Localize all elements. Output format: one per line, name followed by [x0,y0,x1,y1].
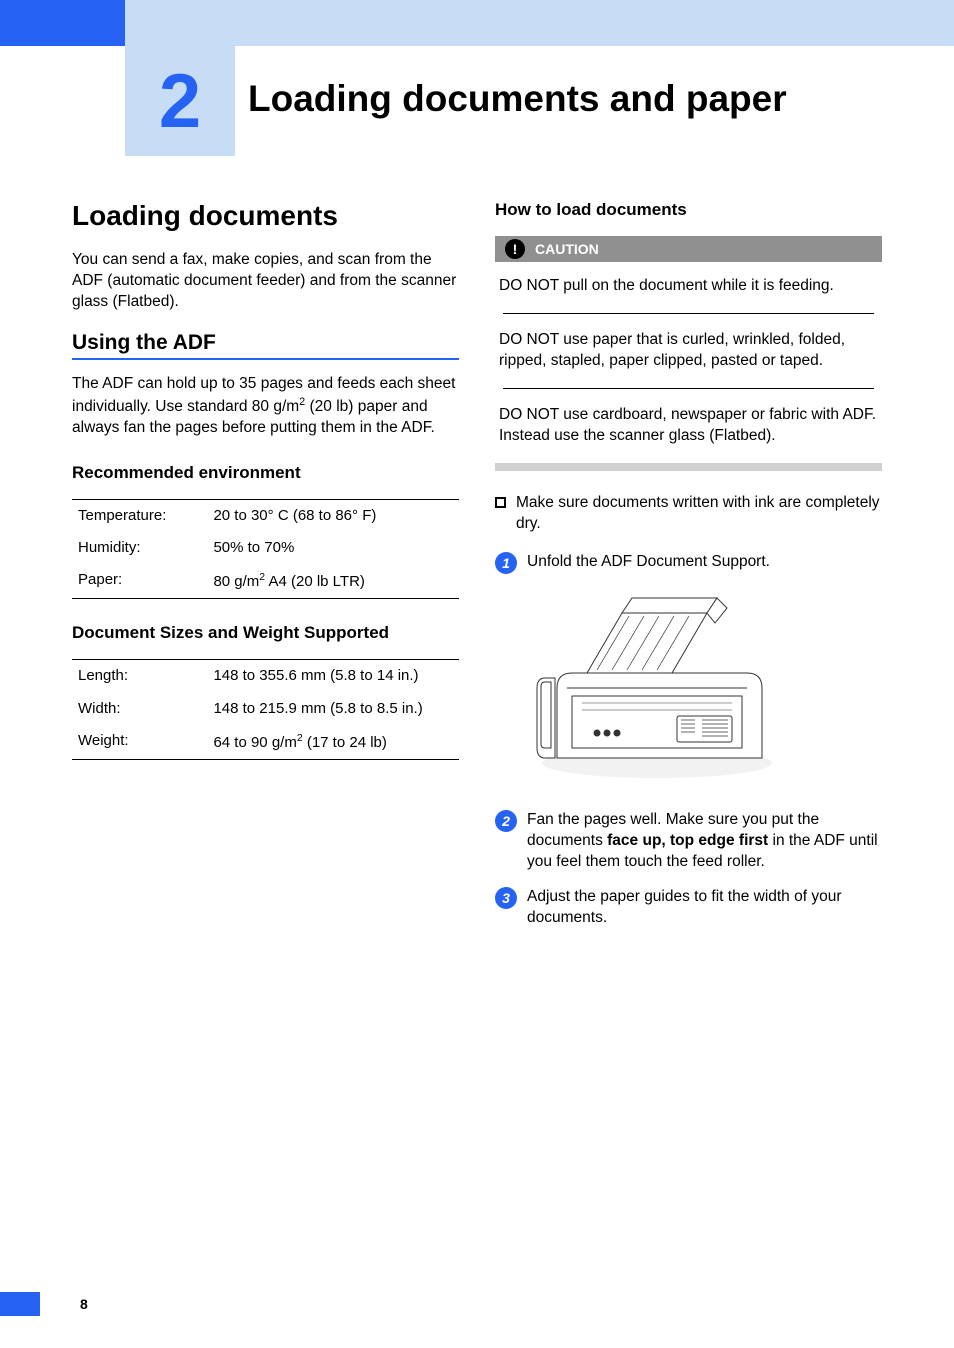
table-row: Length: 148 to 355.6 mm (5.8 to 14 in.) [72,660,459,693]
bullet-item: Make sure documents written with ink are… [495,493,882,535]
caution-label: CAUTION [535,241,599,257]
chapter-number: 2 [159,58,201,145]
heading-loading-documents: Loading documents [72,200,459,232]
intro-text: You can send a fax, make copies, and sca… [72,250,459,313]
square-bullet-icon [495,497,506,508]
caution-text-2: DO NOT use paper that is curled, wrinkle… [499,330,878,372]
left-column: Loading documents You can send a fax, ma… [72,200,459,943]
cell-weight-label: Weight: [72,725,207,760]
caution-text-1: DO NOT pull on the document while it is … [499,276,878,297]
table-row: Width: 148 to 215.9 mm (5.8 to 8.5 in.) [72,693,459,725]
adf-description: The ADF can hold up to 35 pages and feed… [72,374,459,439]
cell-humidity-value: 50% to 70% [207,532,459,564]
step-3: 3 Adjust the paper guides to fit the wid… [495,887,882,929]
cell-length-value: 148 to 355.6 mm (5.8 to 14 in.) [207,660,459,693]
table-row: Paper: 80 g/m2 A4 (20 lb LTR) [72,564,459,599]
printer-illustration [527,588,787,788]
right-column: How to load documents ! CAUTION DO NOT p… [495,200,882,943]
caution-body: DO NOT pull on the document while it is … [495,262,882,447]
heading-doc-sizes: Document Sizes and Weight Supported [72,623,459,643]
bullet-text: Make sure documents written with ink are… [516,493,882,535]
cell-width-value: 148 to 215.9 mm (5.8 to 8.5 in.) [207,693,459,725]
caution-separator [503,313,874,314]
step-text: Adjust the paper guides to fit the width… [527,887,882,929]
paper-val-pre: 80 g/m [213,573,259,590]
step2-bold: face up, top edge first [607,832,768,849]
cell-humidity-label: Humidity: [72,532,207,564]
cell-width-label: Width: [72,693,207,725]
caution-separator [503,388,874,389]
heading-how-to-load: How to load documents [495,200,882,220]
table-row: Humidity: 50% to 70% [72,532,459,564]
caution-text-3: DO NOT use cardboard, newspaper or fabri… [499,405,878,447]
cell-paper-label: Paper: [72,564,207,599]
page-number: 8 [80,1296,88,1312]
cell-weight-value: 64 to 90 g/m2 (17 to 24 lb) [207,725,459,760]
weight-val-pre: 64 to 90 g/m [213,734,296,751]
content: Loading documents You can send a fax, ma… [72,200,882,943]
table-row: Temperature: 20 to 30° C (68 to 86° F) [72,499,459,532]
caution-icon: ! [505,239,525,259]
top-banner [0,0,954,46]
table-sizes: Length: 148 to 355.6 mm (5.8 to 14 in.) … [72,659,459,760]
paper-val-post: A4 (20 lb LTR) [265,573,365,590]
step-number-badge: 2 [495,810,517,832]
cell-temp-value: 20 to 30° C (68 to 86° F) [207,499,459,532]
table-row: Weight: 64 to 90 g/m2 (17 to 24 lb) [72,725,459,760]
table-environment: Temperature: 20 to 30° C (68 to 86° F) H… [72,499,459,600]
step-text: Fan the pages well. Make sure you put th… [527,810,882,873]
heading-underline [72,358,459,360]
chapter-title: Loading documents and paper [248,78,787,120]
step-number-badge: 3 [495,887,517,909]
caution-header: ! CAUTION [495,236,882,262]
chapter-number-box: 2 [125,46,235,156]
cell-temp-label: Temperature: [72,499,207,532]
step-1: 1 Unfold the ADF Document Support. [495,552,882,574]
step-number-badge: 1 [495,552,517,574]
heading-recommended-environment: Recommended environment [72,463,459,483]
step-text: Unfold the ADF Document Support. [527,552,770,573]
step-2: 2 Fan the pages well. Make sure you put … [495,810,882,873]
cell-paper-value: 80 g/m2 A4 (20 lb LTR) [207,564,459,599]
caution-box: ! CAUTION DO NOT pull on the document wh… [495,236,882,471]
heading-using-adf: Using the ADF [72,331,459,355]
caution-footer-bar [495,463,882,471]
page-footer-accent [0,1292,40,1316]
cell-length-label: Length: [72,660,207,693]
weight-val-post: (17 to 24 lb) [303,734,387,751]
